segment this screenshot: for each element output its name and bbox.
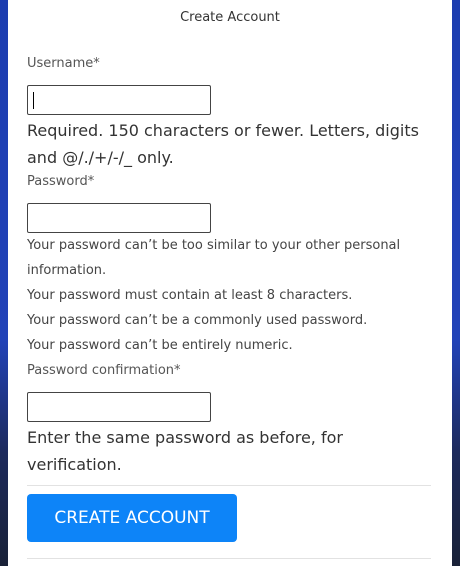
page-title: Create Account [180, 10, 280, 25]
create-account-button[interactable]: CREATE ACCOUNT [27, 494, 237, 542]
password-label: Password* [27, 174, 95, 189]
password-help-similar-cont: information. [27, 263, 107, 278]
password-confirmation-help-text: Enter the same password as before, for v… [27, 428, 343, 474]
password-confirmation-label: Password confirmation* [27, 363, 181, 378]
password-help-length: Your password must contain at least 8 ch… [27, 288, 353, 303]
password-confirmation-input[interactable] [27, 392, 211, 422]
password-help-common: Your password can’t be a commonly used p… [27, 313, 368, 328]
text-caret [33, 92, 34, 109]
form-divider [27, 485, 431, 486]
username-help-text: Required. 150 characters or fewer. Lette… [27, 121, 419, 167]
username-input[interactable] [27, 85, 211, 115]
create-account-card: Create Account Username* Required. 150 c… [8, 0, 452, 566]
username-label: Username* [27, 56, 100, 71]
password-help-numeric: Your password can’t be entirely numeric. [27, 338, 293, 353]
password-input[interactable] [27, 203, 211, 233]
form-divider-bottom [27, 558, 431, 559]
password-help-similar: Your password can’t be too similar to yo… [27, 238, 401, 253]
